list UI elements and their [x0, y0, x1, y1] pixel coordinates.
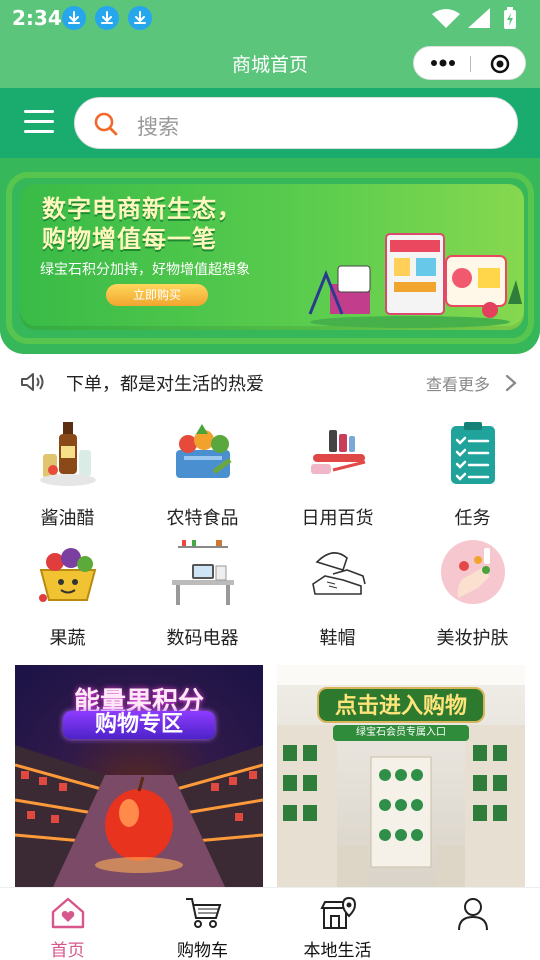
buy-now-button[interactable]: 立即购买: [106, 284, 208, 306]
title-bar: 商城首页: [0, 38, 540, 88]
category-label: 任务: [454, 508, 491, 529]
promo-banner[interactable]: 数字电商新生态， 购物增值每一笔 绿宝石积分加持，好物增值超想象 立即购买: [0, 158, 540, 354]
home-heart-icon: [51, 897, 85, 929]
hamburger-menu-icon[interactable]: [24, 105, 58, 137]
more-dots-icon[interactable]: [424, 51, 464, 75]
app-page: 2:34 商城首页 搜索 数字电商新生态， 购物增值每一笔 绿宝石积分加持，好物…: [0, 0, 540, 960]
category-item[interactable]: 数码电器: [135, 540, 270, 650]
bottom-tab-bar: 首页 购物车 本地生活: [0, 887, 540, 960]
tab-label: 首页: [50, 941, 85, 960]
shopping-cart-icon: [186, 898, 222, 928]
fruit-basket-icon: [39, 548, 97, 602]
tab-label: 购物车: [177, 941, 228, 960]
speaker-icon: [21, 373, 44, 391]
category-label: 鞋帽: [319, 628, 356, 649]
tab-local-life[interactable]: 本地生活: [270, 888, 405, 960]
banner-content: 数字电商新生态， 购物增值每一笔 绿宝石积分加持，好物增值超想象 立即购买: [20, 184, 524, 330]
promo-subtitle: 购物专区: [63, 711, 215, 739]
category-label: 果蔬: [49, 628, 86, 649]
status-time: 2:34: [12, 6, 62, 30]
target-close-icon[interactable]: [486, 51, 514, 77]
banner-headline: 数字电商新生态， 购物增值每一笔: [42, 194, 242, 254]
banner-headline-line1: 数字电商新生态，: [42, 195, 242, 223]
local-store-icon: [320, 896, 357, 929]
promo-title: 点击进入购物: [317, 687, 485, 723]
promo-card-energy-fruit[interactable]: 能量果积分 购物专区: [15, 665, 263, 887]
download-icon: [128, 6, 152, 30]
tab-label: 本地生活: [303, 941, 372, 960]
farm-produce-icon: [176, 424, 232, 478]
electronics-desk-icon: [172, 540, 234, 605]
status-bar: 2:34: [0, 0, 540, 38]
search-icon: [94, 112, 118, 136]
search-row: 搜索: [0, 88, 540, 158]
shoes-hat-icon: [312, 552, 366, 595]
tab-home[interactable]: 首页: [0, 888, 135, 960]
category-label: 酱油醋: [40, 508, 95, 529]
category-item[interactable]: 酱油醋: [0, 420, 135, 530]
category-label: 美妆护肤: [436, 628, 509, 649]
signal-icon: [468, 8, 490, 28]
notice-text: 下单，都是对生活的热爱: [66, 374, 264, 395]
download-icon: [62, 6, 86, 30]
user-profile-icon: [458, 898, 488, 930]
promo-subtitle: 绿宝石会员专属入口: [333, 725, 469, 741]
daily-goods-icon: [311, 430, 366, 474]
category-item[interactable]: 鞋帽: [270, 540, 405, 650]
category-label: 日用百货: [301, 508, 374, 529]
wifi-icon: [432, 9, 460, 28]
mini-program-capsule: [413, 46, 526, 80]
download-icon: [95, 6, 119, 30]
task-clipboard-icon: [451, 422, 495, 484]
search-input[interactable]: 搜索: [74, 97, 518, 149]
banner-headline-line2: 购物增值每一笔: [42, 225, 217, 253]
category-label: 农特食品: [166, 508, 239, 529]
capsule-divider: [470, 56, 471, 72]
banner-subtitle: 绿宝石积分加持，好物增值超想象: [40, 262, 250, 278]
tab-profile[interactable]: [405, 888, 540, 960]
battery-charging-icon: [504, 7, 516, 29]
category-item[interactable]: 美妆护肤: [405, 540, 540, 650]
search-placeholder: 搜索: [137, 115, 179, 139]
shopping-illustration-icon: [308, 233, 522, 328]
cosmetics-icon: [441, 540, 505, 604]
chevron-right-icon[interactable]: [504, 373, 518, 393]
category-item[interactable]: 任务: [405, 420, 540, 530]
tab-cart[interactable]: 购物车: [135, 888, 270, 960]
see-more-link[interactable]: 查看更多: [426, 371, 490, 395]
notice-bar[interactable]: 下单，都是对生活的热爱 查看更多: [0, 362, 540, 402]
system-status-icons: [432, 7, 516, 29]
category-item[interactable]: 日用百货: [270, 420, 405, 530]
category-item[interactable]: 农特食品: [135, 420, 270, 530]
category-item[interactable]: 果蔬: [0, 540, 135, 650]
condiments-icon: [40, 422, 96, 486]
promo-card-enter-shop[interactable]: 点击进入购物 绿宝石会员专属入口: [277, 665, 525, 887]
category-label: 数码电器: [166, 628, 239, 649]
